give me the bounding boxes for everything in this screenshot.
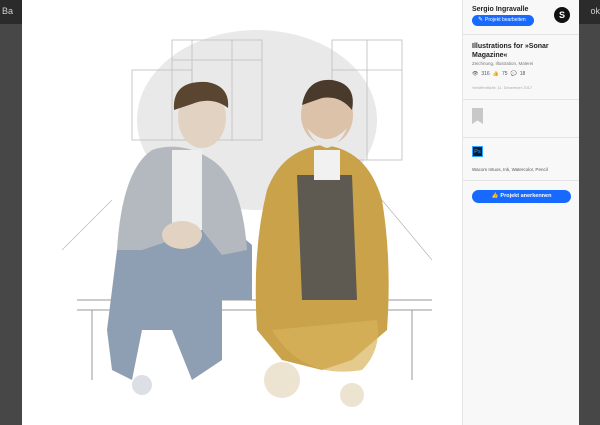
project-stats: 👁 316 👍 75 💬 18 — [472, 71, 525, 77]
project-sidebar: Sergio Ingravalle ✎ Projekt bearbeiten S … — [462, 0, 579, 425]
pencil-icon: ✎ — [478, 17, 484, 23]
project-info-section: Illustrations for »Sonar Magazine« Zeich… — [463, 34, 579, 100]
photoshop-label: Ps — [474, 149, 481, 155]
photoshop-icon[interactable]: Ps — [472, 146, 483, 157]
edit-project-button[interactable]: ✎ Projekt bearbeiten — [472, 15, 534, 26]
comment-icon: 💬 — [510, 71, 517, 77]
appreciations-count: 75 — [501, 71, 508, 77]
owner-avatar[interactable]: S — [554, 7, 570, 23]
views-count: 316 — [481, 71, 490, 77]
project-title: Illustrations for »Sonar Magazine« — [472, 43, 549, 59]
published-date: Veröffentlicht: 11. Dezember 2017 — [472, 85, 533, 90]
owner-section: Sergio Ingravalle ✎ Projekt bearbeiten S — [463, 0, 579, 35]
tools-section: Ps Wacom Intuos, Ink, Watercolor, Pencil — [463, 137, 579, 181]
project-fields[interactable]: Zeichnung, Illustration, Malerei — [472, 61, 533, 66]
appreciate-project-button[interactable]: 👍 Projekt anerkennen — [472, 190, 571, 203]
badge-section — [463, 99, 579, 138]
thumbs-up-icon: 👍 — [492, 71, 499, 77]
eye-icon: 👁 — [472, 71, 479, 77]
tools-list: Wacom Intuos, Ink, Watercolor, Pencil — [472, 167, 548, 172]
comments-count: 18 — [519, 71, 526, 77]
background-header-text-left: Ba — [2, 6, 14, 16]
appreciate-label: Projekt anerkennen — [500, 193, 552, 199]
owner-name[interactable]: Sergio Ingravalle — [472, 6, 528, 13]
thumbs-up-icon: 👍 — [491, 193, 499, 199]
illustration-artwork — [61, 30, 433, 407]
badge-icon[interactable] — [472, 108, 483, 124]
edit-project-label: Projekt bearbeiten — [485, 17, 526, 23]
background-header-text-right: ok — [590, 6, 600, 16]
avatar-letter: S — [558, 10, 565, 20]
project-image[interactable] — [22, 0, 462, 425]
